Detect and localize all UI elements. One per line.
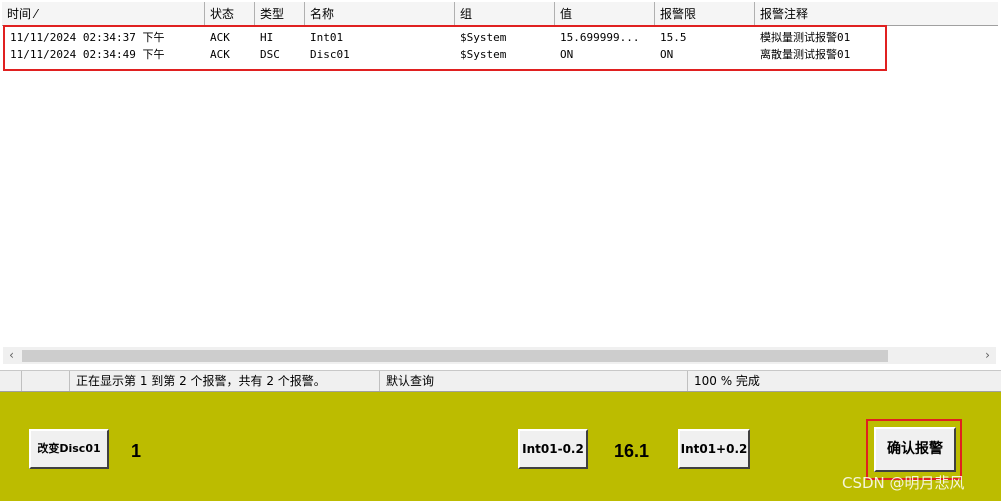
column-header-group[interactable]: 组 [455,2,555,26]
alarm-value: ON [560,48,574,61]
alarm-value: 15.699999... [560,31,640,44]
scroll-right-icon[interactable]: › [979,347,996,364]
status-pane-blank [22,371,70,391]
scroll-left-icon[interactable]: ‹ [3,347,20,364]
int01-decrement-button[interactable]: Int01-0.2 [518,429,588,469]
alarm-name: Int01 [310,31,344,44]
alarm-comment: 离散量测试报警01 [760,48,851,61]
alarm-row[interactable]: 11/11/2024 02:34:37 下午 ACK HI Int01 $Sys… [2,30,902,46]
alarm-viewer: 时间 ⁄ 状态 类型 名称 组 值 报警限 报警注释 11/11/2024 02… [0,0,1001,392]
watermark: CSDN @明月悲风 [842,474,965,492]
alarm-time: 11/11/2024 02:34:37 下午 [10,31,165,44]
column-header-value[interactable]: 值 [555,2,655,26]
alarm-comment: 模拟量测试报警01 [760,31,851,44]
alarm-grid-header: 时间 ⁄ 状态 类型 名称 组 值 报警限 报警注释 [2,2,998,26]
alarm-limit: ON [660,48,674,61]
column-header-state[interactable]: 状态 [205,2,255,26]
alarm-type: HI [260,31,274,44]
int01-increment-button[interactable]: Int01+0.2 [678,429,750,469]
column-header-limit[interactable]: 报警限 [655,2,755,26]
alarm-limit: 15.5 [660,31,687,44]
int01-value: 16.1 [614,441,650,461]
alarm-name: Disc01 [310,48,350,61]
status-query: 默认查询 [380,371,688,391]
alarm-row[interactable]: 11/11/2024 02:34:49 下午 ACK DSC Disc01 $S… [2,47,902,63]
column-header-time[interactable]: 时间 ⁄ [2,2,205,26]
column-header-name[interactable]: 名称 [305,2,455,26]
change-disc01-button[interactable]: 改变Disc01 [29,429,109,469]
status-message: 正在显示第 1 到第 2 个报警，共有 2 个报警。 [70,371,380,391]
scrollbar-thumb[interactable] [22,350,888,362]
acknowledge-alarm-button[interactable]: 确认报警 [874,427,956,472]
horizontal-scrollbar[interactable]: ‹ › [3,347,996,364]
status-pane-blank [0,371,22,391]
disc01-value: 1 [131,441,142,461]
column-header-type[interactable]: 类型 [255,2,305,26]
alarm-group: $System [460,48,507,61]
alarm-state: ACK [210,48,230,61]
alarm-type: DSC [260,48,280,61]
status-progress: 100 % 完成 [694,374,760,388]
status-bar: 正在显示第 1 到第 2 个报警，共有 2 个报警。 默认查询 100 % 完成 [0,370,1001,391]
column-header-comment[interactable]: 报警注释 [755,2,998,26]
alarm-group: $System [460,31,507,44]
alarm-state: ACK [210,31,230,44]
alarm-time: 11/11/2024 02:34:49 下午 [10,48,165,61]
